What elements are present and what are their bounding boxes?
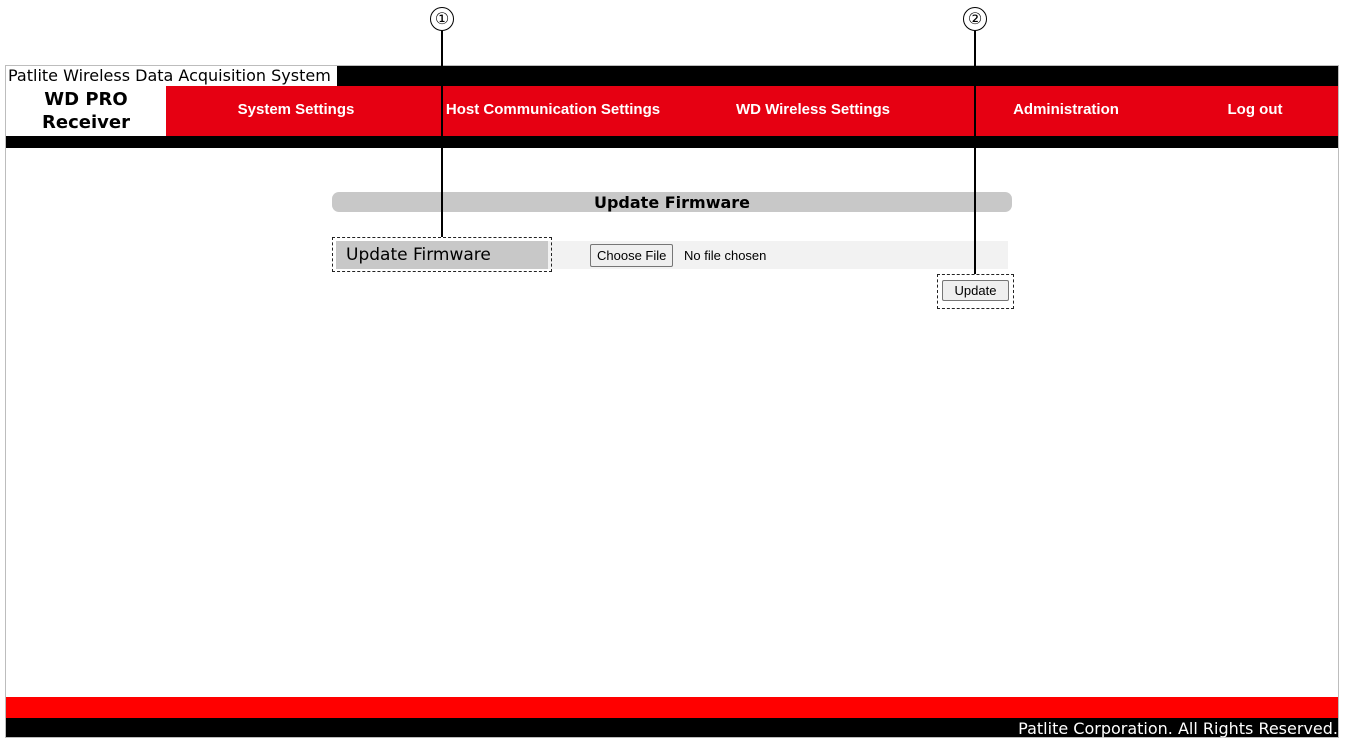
- section-title-bar: Update Firmware: [332, 192, 1012, 212]
- file-status-text: No file chosen: [684, 248, 767, 263]
- nav-system-settings[interactable]: System Settings: [216, 86, 376, 136]
- callout-1-line: [441, 31, 443, 237]
- callout-2-line: [974, 31, 976, 274]
- system-title: Patlite Wireless Data Acquisition System: [6, 66, 337, 86]
- nav-administration[interactable]: Administration: [996, 86, 1136, 136]
- nav-host-communication-settings[interactable]: Host Communication Settings: [428, 86, 678, 136]
- nav-wd-wireless-settings[interactable]: WD Wireless Settings: [718, 86, 908, 136]
- callout-2-box: [937, 274, 1014, 309]
- brand-line1: WD PRO: [44, 89, 128, 110]
- callout-1-number: ①: [430, 7, 454, 31]
- nav-log-out[interactable]: Log out: [1210, 86, 1300, 136]
- footer-copyright: Patlite Corporation. All Rights Reserved…: [1018, 719, 1338, 738]
- callout-2-number: ②: [963, 7, 987, 31]
- nav-underbar: [6, 136, 1338, 148]
- brand-line2: Receiver: [42, 112, 130, 133]
- brand-logo: WD PRO Receiver: [6, 86, 166, 136]
- page-frame: [5, 65, 1339, 738]
- callout-1-box: [332, 237, 552, 272]
- choose-file-button[interactable]: Choose File: [590, 244, 674, 267]
- footer-red-bar: [6, 697, 1338, 718]
